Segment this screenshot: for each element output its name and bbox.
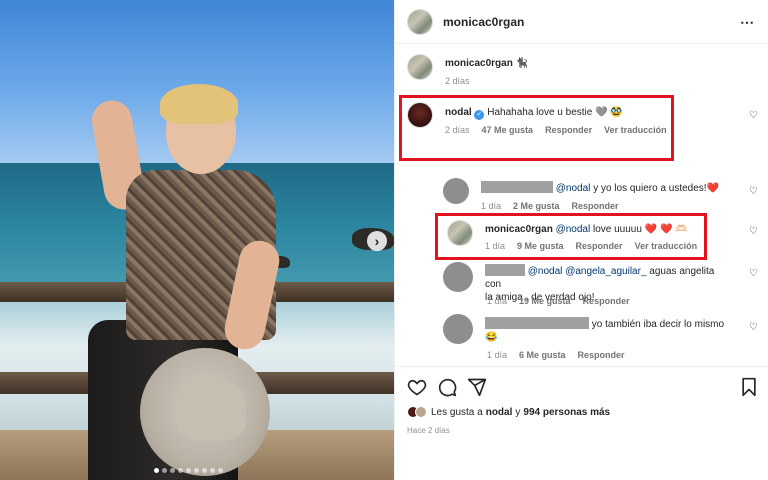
avatar[interactable]	[407, 54, 433, 80]
translate-button[interactable]: Ver traducción	[604, 125, 667, 135]
carousel-dot	[186, 468, 191, 473]
like-heart-icon[interactable]	[407, 377, 427, 397]
comment-time[interactable]: 1 día	[485, 241, 505, 251]
hidden-username	[481, 181, 553, 193]
photo-person-hair	[160, 84, 238, 124]
reply-button[interactable]: Responder	[572, 201, 619, 211]
comment-emoji: 😂	[485, 332, 498, 343]
comment-username[interactable]: nodal	[445, 107, 472, 118]
avatar[interactable]	[407, 102, 433, 128]
comment-time[interactable]: 1 día	[481, 201, 501, 211]
carousel-dot	[218, 468, 223, 473]
reply-button[interactable]: Responder	[578, 350, 625, 360]
likes-summary: Les gusta a nodal y 994 personas más	[407, 406, 610, 418]
comment-meta: 2 días 47 Me gusta Responder Ver traducc…	[445, 125, 667, 135]
comment-text: yo también iba decir lo mismo	[591, 319, 725, 330]
likes-user-link[interactable]: nodal	[486, 407, 513, 418]
mention-link[interactable]: @nodal	[528, 266, 563, 277]
comment-likes[interactable]: 6 Me gusta	[519, 350, 566, 360]
mention-link[interactable]: @nodal	[556, 224, 591, 235]
avatar	[415, 406, 427, 418]
carousel-dot	[194, 468, 199, 473]
comment-time[interactable]: 1 día	[487, 350, 507, 360]
carousel-dot	[178, 468, 183, 473]
likes-prefix: Les gusta a	[431, 406, 483, 418]
avatar[interactable]	[443, 262, 473, 292]
comment-username[interactable]: monicac0rgan	[485, 224, 553, 235]
likes-mid: y	[515, 406, 521, 418]
photo-hat-crown	[176, 380, 246, 440]
carousel-dot	[210, 468, 215, 473]
caption-time[interactable]: 2 días	[445, 76, 528, 86]
like-comment-heart-icon[interactable]: ♡	[749, 186, 758, 197]
reply: yo también iba decir lo mismo 😂	[443, 314, 725, 344]
comment-meta: 1 día 2 Me gusta Responder	[481, 201, 619, 211]
avatar[interactable]	[443, 178, 469, 204]
comment-bubble-icon[interactable]	[437, 377, 457, 397]
carousel-dot	[162, 468, 167, 473]
comment-text: love uuuuu ❤️ ❤️ 🫶🏻	[593, 224, 688, 235]
carousel-dot	[202, 468, 207, 473]
save-bookmark-icon[interactable]	[739, 377, 759, 397]
post-actions-bar	[395, 366, 768, 406]
carousel-dot	[154, 468, 159, 473]
caption-cat-emoji: 🐈‍⬛	[515, 58, 529, 69]
caption: monicac0rgan 🐈‍⬛ 2 días	[407, 54, 528, 86]
comment-likes[interactable]: 2 Me gusta	[513, 201, 560, 211]
comment-time[interactable]: 2 días	[445, 125, 470, 135]
comment-likes[interactable]: 19 Me gusta	[519, 296, 571, 306]
avatar[interactable]	[407, 8, 433, 35]
more-options-icon[interactable]: ⋯	[740, 14, 755, 31]
hidden-username	[485, 317, 589, 329]
like-comment-heart-icon[interactable]: ♡	[749, 226, 758, 237]
verified-badge-icon: ✓	[474, 110, 485, 120]
author-username[interactable]: monicac0rgan	[443, 15, 524, 29]
post-header: monicac0rgan ⋯	[395, 0, 768, 44]
mention-link[interactable]: @nodal	[556, 183, 591, 194]
like-comment-heart-icon[interactable]: ♡	[749, 322, 758, 333]
carousel-dot	[170, 468, 175, 473]
avatar[interactable]	[447, 220, 473, 246]
mention-link[interactable]: @angela_aguilar_	[565, 266, 646, 277]
like-comment-heart-icon[interactable]: ♡	[749, 268, 758, 279]
translate-button[interactable]: Ver traducción	[635, 241, 698, 251]
comment-time[interactable]: 1 día	[487, 296, 507, 306]
caption-username[interactable]: monicac0rgan	[445, 58, 513, 69]
reply-button[interactable]: Responder	[583, 296, 630, 306]
hidden-username	[485, 264, 525, 276]
likes-count-link[interactable]: 994 personas más	[523, 407, 610, 418]
share-send-icon[interactable]	[467, 377, 487, 397]
carousel-next-button[interactable]: ›	[367, 231, 387, 251]
comment-text: y yo los quiero a ustedes!❤️	[593, 183, 720, 194]
post-side-panel: monicac0rgan ⋯ monicac0rgan 🐈‍⬛ 2 días n…	[394, 0, 768, 480]
reply-button[interactable]: Responder	[545, 125, 592, 135]
comment-likes[interactable]: 47 Me gusta	[482, 125, 534, 135]
avatar[interactable]	[443, 314, 473, 344]
comment-meta: 1 día 6 Me gusta Responder	[487, 350, 625, 360]
comment-likes[interactable]: 9 Me gusta	[517, 241, 564, 251]
reply-button[interactable]: Responder	[576, 241, 623, 251]
comment-meta: 1 día 9 Me gusta Responder Ver traducció…	[485, 241, 697, 251]
like-comment-heart-icon[interactable]: ♡	[749, 110, 758, 121]
comment-text: Hahahaha love u bestie 🩶 🥸	[487, 107, 623, 118]
comment-meta: 1 día 19 Me gusta Responder	[487, 296, 630, 306]
post-photo[interactable]: ›	[0, 0, 394, 480]
carousel-dots	[154, 468, 223, 473]
post-time[interactable]: Hace 2 días	[407, 426, 450, 435]
